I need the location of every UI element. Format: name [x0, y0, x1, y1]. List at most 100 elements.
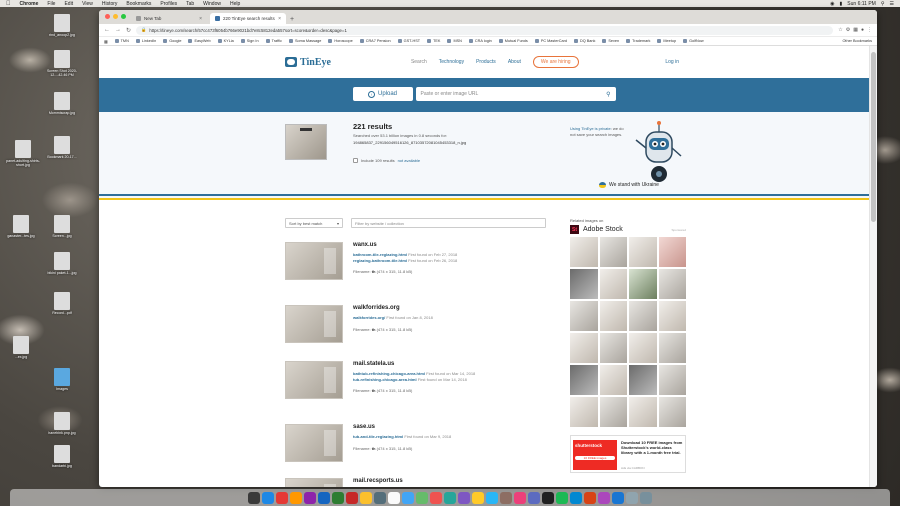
bookmark-item[interactable]: PC MasterCard: [534, 39, 567, 43]
illustrator-icon[interactable]: [290, 491, 302, 504]
adobe-stock-header[interactable]: St Adobe Stock Sponsored: [570, 225, 686, 234]
desktop-icon[interactable]: bikini paket-1...jpg: [45, 252, 79, 275]
result-link[interactable]: tub-refinishing-chicago-area.html: [353, 377, 417, 382]
stock-image[interactable]: [629, 397, 657, 427]
menu-profiles[interactable]: Profiles: [160, 1, 177, 7]
bookmark-item[interactable]: CRA login: [468, 39, 492, 43]
result-thumbnail[interactable]: [285, 424, 343, 462]
stock-image[interactable]: [658, 333, 686, 363]
stock-image[interactable]: [658, 237, 686, 267]
stock-image[interactable]: [570, 237, 598, 267]
filename-value[interactable]: th: [372, 327, 376, 332]
bookmark-item[interactable]: MSN: [447, 39, 462, 43]
close-tab-icon[interactable]: ×: [199, 16, 202, 22]
desktop-icon[interactable]: panet-adulting-shirts-short.jpg: [6, 140, 40, 167]
chrome-icon[interactable]: [276, 491, 288, 504]
menu-history[interactable]: History: [102, 1, 118, 7]
not-available-link[interactable]: not available: [398, 158, 420, 163]
apple-icon[interactable]: : [6, 1, 11, 7]
more-menu-icon[interactable]: ⋮: [867, 27, 872, 33]
bookmark-item[interactable]: DQ Bank: [573, 39, 595, 43]
stock-image[interactable]: [570, 365, 598, 395]
desktop-icon[interactable]: Screen...jpg: [45, 215, 79, 238]
puzzle-icon[interactable]: ▦: [853, 27, 858, 33]
hiring-button[interactable]: We are hiring: [532, 56, 579, 68]
safari-icon[interactable]: [262, 491, 274, 504]
photos-icon[interactable]: [472, 491, 484, 504]
desktop-icon[interactable]: rind_anoop2.jpg: [45, 14, 79, 37]
desktop-icon[interactable]: Record...pdf: [45, 292, 79, 315]
desktop-icon[interactable]: Images: [45, 368, 79, 391]
bookmark-item[interactable]: Mutual Funds: [498, 39, 528, 43]
forward-icon[interactable]: →: [115, 27, 121, 33]
result-thumbnail[interactable]: [285, 361, 343, 399]
scrollbar-thumb[interactable]: [871, 52, 876, 222]
bookmark-item[interactable]: TMN: [114, 39, 129, 43]
bookmark-item[interactable]: EasyWeb: [188, 39, 211, 43]
result-link[interactable]: bathroom-tile-reglazing.html: [353, 252, 407, 257]
bookmark-item[interactable]: TEK: [427, 39, 440, 43]
stock-image[interactable]: [570, 397, 598, 427]
stock-image[interactable]: [629, 237, 657, 267]
menu-view[interactable]: View: [82, 1, 93, 7]
stock-image[interactable]: [629, 269, 657, 299]
desktop-icon[interactable]: Screen Shot 2020-12...-42.46 PM: [45, 50, 79, 77]
other-bookmarks[interactable]: Other Bookmarks: [842, 39, 872, 43]
stock-image[interactable]: [599, 269, 627, 299]
bookmark-star-icon[interactable]: ☆: [838, 27, 842, 33]
mail-icon[interactable]: [402, 491, 414, 504]
result-domain[interactable]: sase.us: [353, 424, 375, 430]
upload-button[interactable]: ↑ Upload: [352, 87, 413, 101]
trash-icon[interactable]: [640, 491, 652, 504]
bookmark-item[interactable]: Soma Massage: [288, 39, 321, 43]
stock-image[interactable]: [599, 397, 627, 427]
nav-about[interactable]: About: [508, 59, 521, 65]
close-window-button[interactable]: [105, 14, 110, 19]
zoom-window-button[interactable]: [121, 14, 126, 19]
stock-image[interactable]: [658, 365, 686, 395]
sort-select[interactable]: Sort by best match ▾: [285, 218, 343, 228]
bookmark-item[interactable]: CRA7 Pension: [359, 39, 391, 43]
search-icon[interactable]: ⚲: [606, 91, 610, 98]
apps-icon[interactable]: ▦: [104, 39, 108, 44]
address-bar[interactable]: 🔒 https://tineye.com/search/57cc473f6054…: [136, 25, 834, 35]
stock-image[interactable]: [570, 301, 598, 331]
stock-image[interactable]: [658, 397, 686, 427]
bookmark-item[interactable]: Meetup: [657, 39, 676, 43]
close-tab-icon[interactable]: ×: [278, 16, 281, 22]
menu-help[interactable]: Help: [230, 1, 240, 7]
app-icon[interactable]: [514, 491, 526, 504]
tab-tineye-results[interactable]: 220 TinEye search results ×: [210, 13, 286, 24]
appstore-icon[interactable]: [486, 491, 498, 504]
stock-image[interactable]: [599, 301, 627, 331]
new-tab-button[interactable]: +: [286, 16, 298, 24]
desktop-icon[interactable]: ...ex.jpg: [4, 336, 38, 359]
photoshop-icon[interactable]: [318, 491, 330, 504]
desktop-icon[interactable]: Bookmark 20-17...: [45, 136, 79, 159]
bookmark-item[interactable]: Sign In: [240, 39, 259, 43]
dreamweaver-icon[interactable]: [332, 491, 344, 504]
app-icon[interactable]: [598, 491, 610, 504]
filter-input[interactable]: Filter by website / collection: [351, 218, 546, 228]
desktop-icon[interactable]: ganaster...tes.jpg: [4, 215, 38, 238]
bookmark-item[interactable]: KYLia: [217, 39, 234, 43]
podcasts-icon[interactable]: [458, 491, 470, 504]
stock-image[interactable]: [658, 269, 686, 299]
search-icon[interactable]: ⚲: [881, 1, 885, 7]
stock-image[interactable]: [629, 365, 657, 395]
tineye-logo[interactable]: TinEye: [285, 57, 331, 68]
tab-new-tab[interactable]: New Tab ×: [131, 13, 207, 24]
result-link[interactable]: reglazing-bathroom-tile.html: [353, 258, 407, 263]
bookmark-item[interactable]: Seven: [602, 39, 619, 43]
result-domain[interactable]: mail.recsports.us: [353, 478, 403, 484]
app-icon[interactable]: [570, 491, 582, 504]
downloads-stack-icon[interactable]: [626, 491, 638, 504]
privacy-link[interactable]: Using TinEye is private: [570, 126, 611, 131]
filename-value[interactable]: th: [372, 388, 376, 393]
bookmark-item[interactable]: Trademark: [626, 39, 650, 43]
menu-tab[interactable]: Tab: [186, 1, 194, 7]
stock-image[interactable]: [570, 333, 598, 363]
minimize-window-button[interactable]: [113, 14, 118, 19]
desktop-icon[interactable]: Mommiscrap.jpg: [45, 92, 79, 115]
desktop-icon[interactable]: hanebink.pnp.jpg: [45, 412, 79, 435]
